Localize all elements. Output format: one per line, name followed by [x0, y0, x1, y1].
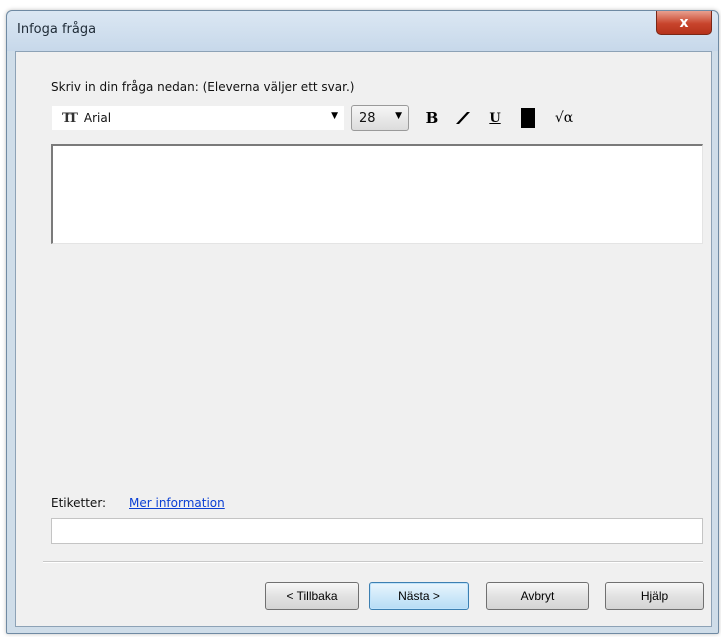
- font-size-value: 28: [359, 110, 376, 126]
- next-button[interactable]: Nästa >: [369, 582, 469, 610]
- italic-button[interactable]: [452, 107, 474, 129]
- help-button[interactable]: Hjälp: [605, 582, 704, 610]
- square-root-alpha-icon: √α: [554, 110, 574, 126]
- font-type-icon: TT: [62, 110, 78, 126]
- question-prompt-label: Skriv in din fråga nedan: (Eleverna välj…: [51, 80, 355, 94]
- tags-label: Etiketter:: [51, 496, 107, 510]
- window-title: Infoga fråga: [17, 22, 97, 37]
- font-family-value: Arial: [83, 111, 112, 125]
- chevron-down-icon: ▼: [331, 111, 338, 121]
- underline-icon: U: [489, 110, 501, 126]
- back-button[interactable]: < Tillbaka: [265, 582, 359, 610]
- question-text-area[interactable]: [51, 144, 703, 244]
- more-information-link[interactable]: Mer information: [129, 496, 225, 510]
- font-size-dropdown[interactable]: 28 ▼: [351, 105, 409, 131]
- bold-icon: B: [425, 109, 439, 127]
- underline-button[interactable]: U: [484, 107, 506, 129]
- text-color-button[interactable]: [517, 107, 539, 129]
- bold-button[interactable]: B: [421, 107, 443, 129]
- divider: [43, 561, 703, 563]
- text-color-swatch-icon: [521, 108, 535, 128]
- font-family-dropdown[interactable]: TT Arial ▼: [51, 105, 345, 131]
- title-bar[interactable]: Infoga fråga x: [7, 11, 718, 51]
- close-button[interactable]: x: [656, 11, 712, 35]
- tags-input[interactable]: [51, 518, 703, 544]
- italic-icon: [456, 112, 470, 124]
- cancel-button[interactable]: Avbryt: [486, 582, 589, 610]
- equation-button[interactable]: √α: [549, 107, 579, 129]
- dialog-body: Skriv in din fråga nedan: (Eleverna välj…: [15, 51, 712, 627]
- insert-question-dialog: Infoga fråga x Skriv in din fråga nedan:…: [6, 10, 719, 634]
- chevron-down-icon: ▼: [395, 111, 402, 121]
- close-icon: x: [679, 14, 689, 31]
